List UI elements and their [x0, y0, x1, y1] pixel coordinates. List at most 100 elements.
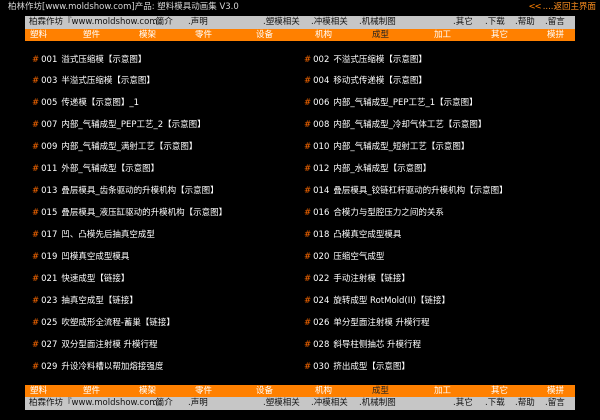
site-brand-link[interactable]: 柏霖作坊『www.moldshow.com』 [29, 16, 166, 29]
category-plastic-parts[interactable]: 塑件 [83, 385, 100, 397]
nav-link-mechanical-drawing[interactable]: .机械制图 [359, 397, 396, 410]
list-item[interactable]: #007 内部_气辅成型_PEP工艺_2【示意图】 [32, 119, 206, 131]
nav-link-stamping-dies[interactable]: .冲模相关 [311, 16, 348, 29]
nav-link-statement[interactable]: .声明 [188, 397, 208, 410]
category-bar-bottom: 塑料 塑件 模架 零件 设备 机构 成型 加工 其它 模拼 [25, 385, 575, 397]
list-item[interactable]: #029 升设冷料槽以帮加熔接强度 [32, 361, 163, 373]
category-molding[interactable]: 成型 [372, 29, 389, 41]
nav-link-message[interactable]: .留言 [545, 397, 565, 410]
list-item[interactable]: #016 合模力与型腔压力之间的关系 [304, 207, 444, 219]
list-item[interactable]: #014 叠层模具_铰链杠杆驱动的升模机构【示意图】 [304, 185, 508, 197]
list-item[interactable]: #004 移动式传递模【示意图】 [304, 75, 427, 87]
hash-bullet-icon: # [304, 208, 312, 218]
nav-link-download[interactable]: .下载 [485, 16, 505, 29]
animation-list: #001 溢式压缩模【示意图】 #002 不溢式压缩模【示意图】 #003 半溢式压缩… [25, 42, 575, 384]
back-to-main-label: ....返回主界面 [542, 2, 596, 12]
site-brand-link[interactable]: 柏霖作坊『www.moldshow.com』 [29, 397, 166, 410]
hash-bullet-icon: # [304, 76, 312, 86]
main-panel: 柏霖作坊『www.moldshow.com』 .简介 .声明 .塑模相关 .冲模… [25, 16, 575, 410]
list-item[interactable]: #026 单分型面注射模 升模行程 [304, 317, 430, 329]
list-item[interactable]: #005 传递模【示意图】_1 [32, 97, 139, 109]
top-nav-bar: 柏霖作坊『www.moldshow.com』 .简介 .声明 .塑模相关 .冲模… [25, 16, 575, 29]
window-title: 柏林作坊[www.moldshow.com]产品: 塑料模具动画集 V3.0 [8, 2, 239, 12]
bottom-nav-bar: 柏霖作坊『www.moldshow.com』 .简介 .声明 .塑模相关 .冲模… [25, 397, 575, 410]
hash-bullet-icon: # [32, 318, 40, 328]
category-other[interactable]: 其它 [491, 29, 508, 41]
nav-link-plastic-molds[interactable]: .塑模相关 [263, 397, 300, 410]
category-machining[interactable]: 加工 [434, 29, 451, 41]
hash-bullet-icon: # [32, 164, 40, 174]
list-item[interactable]: #010 内部_气辅成型_短射工艺【示意图】 [304, 141, 469, 153]
list-item[interactable]: #019 凹模真空成型模具 [32, 251, 129, 263]
category-plastics[interactable]: 塑料 [30, 385, 47, 397]
hash-bullet-icon: # [304, 318, 312, 328]
hash-bullet-icon: # [304, 362, 312, 372]
nav-link-help[interactable]: .帮助 [515, 397, 535, 410]
list-item[interactable]: #015 叠层模具_液压缸驱动的升模机构【示意图】 [32, 207, 227, 219]
category-mold-base[interactable]: 模架 [139, 29, 156, 41]
nav-link-plastic-molds[interactable]: .塑模相关 [263, 16, 300, 29]
nav-link-statement[interactable]: .声明 [188, 16, 208, 29]
list-item[interactable]: #002 不溢式压缩模【示意图】 [304, 54, 427, 66]
nav-link-other[interactable]: .其它 [453, 397, 473, 410]
nav-link-mechanical-drawing[interactable]: .机械制图 [359, 16, 396, 29]
category-equipment[interactable]: 设备 [256, 29, 273, 41]
category-mold-base[interactable]: 模架 [139, 385, 156, 397]
list-item[interactable]: #017 凹、凸模先后抽真空成型 [32, 229, 155, 241]
list-item[interactable]: #008 内部_气辅成型_冷却气体工艺【示意图】 [304, 119, 486, 131]
hash-bullet-icon: # [304, 230, 312, 240]
double-arrow-left-icon: << [528, 2, 541, 12]
hash-bullet-icon: # [32, 55, 40, 65]
category-plastic-parts[interactable]: 塑件 [83, 29, 100, 41]
back-to-main-link[interactable]: << ....返回主界面 [528, 0, 596, 14]
hash-bullet-icon: # [304, 55, 312, 65]
nav-link-stamping-dies[interactable]: .冲模相关 [311, 397, 348, 410]
list-item[interactable]: #020 压缩空气成型 [304, 251, 384, 263]
list-item[interactable]: #009 内部_气辅成型_满射工艺【示意图】 [32, 141, 197, 153]
list-item[interactable]: #011 外部_气辅成型【示意图】 [32, 163, 159, 175]
hash-bullet-icon: # [304, 98, 312, 108]
list-item[interactable]: #030 挤出成型【示意图】 [304, 361, 410, 373]
category-plastics[interactable]: 塑料 [30, 29, 47, 41]
hash-bullet-icon: # [304, 142, 312, 152]
hash-bullet-icon: # [32, 98, 40, 108]
list-item[interactable]: #025 吹塑成形全流程-蓄巢【链接】 [32, 317, 175, 329]
hash-bullet-icon: # [32, 120, 40, 130]
nav-link-other[interactable]: .其它 [453, 16, 473, 29]
category-equipment[interactable]: 设备 [256, 385, 273, 397]
list-item[interactable]: #028 斜导柱侧抽芯 升模行程 [304, 339, 421, 351]
hash-bullet-icon: # [32, 340, 40, 350]
nav-link-help[interactable]: .帮助 [515, 16, 535, 29]
nav-link-download[interactable]: .下载 [485, 397, 505, 410]
hash-bullet-icon: # [32, 252, 40, 262]
list-item[interactable]: #013 叠层模具_齿条驱动的升模机构【示意图】 [32, 185, 219, 197]
list-item[interactable]: #023 抽真空成型【链接】 [32, 295, 138, 307]
title-bar: 柏林作坊[www.moldshow.com]产品: 塑料模具动画集 V3.0 <… [0, 0, 600, 14]
list-item[interactable]: #001 溢式压缩模【示意图】 [32, 54, 146, 66]
list-item[interactable]: #022 手动注射模【链接】 [304, 273, 410, 285]
list-item[interactable]: #012 内部_水辅成型【示意图】 [304, 163, 431, 175]
category-mechanisms[interactable]: 机构 [315, 29, 332, 41]
list-item[interactable]: #003 半溢式压缩模【示意图】 [32, 75, 155, 87]
list-item[interactable]: #024 旋转成型 RotMold(II)【链接】 [304, 295, 450, 307]
list-item[interactable]: #018 凸模真空成型模具 [304, 229, 401, 241]
list-item[interactable]: #027 双分型面注射模 升模行程 [32, 339, 158, 351]
category-molding[interactable]: 成型 [372, 385, 389, 397]
category-components[interactable]: 零件 [195, 385, 212, 397]
category-mold-spelling[interactable]: 模拼 [547, 29, 564, 41]
nav-link-intro[interactable]: .简介 [153, 397, 173, 410]
category-mechanisms[interactable]: 机构 [315, 385, 332, 397]
category-mold-spelling[interactable]: 模拼 [547, 385, 564, 397]
nav-link-message[interactable]: .留言 [545, 16, 565, 29]
category-other[interactable]: 其它 [491, 385, 508, 397]
category-machining[interactable]: 加工 [434, 385, 451, 397]
category-components[interactable]: 零件 [195, 29, 212, 41]
hash-bullet-icon: # [304, 164, 312, 174]
list-item[interactable]: #021 快速成型【链接】 [32, 273, 129, 285]
hash-bullet-icon: # [304, 296, 312, 306]
list-item[interactable]: #006 内部_气辅成型_PEP工艺_1【示意图】 [304, 97, 478, 109]
hash-bullet-icon: # [304, 252, 312, 262]
nav-link-intro[interactable]: .简介 [153, 16, 173, 29]
hash-bullet-icon: # [32, 186, 40, 196]
hash-bullet-icon: # [304, 120, 312, 130]
